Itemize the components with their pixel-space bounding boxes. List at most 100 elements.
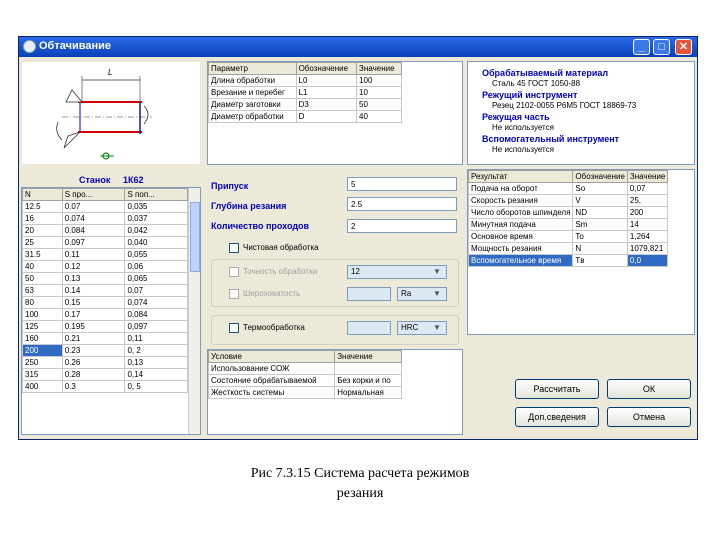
table-cell[interactable]: 80 xyxy=(22,296,63,309)
table-row[interactable]: 12.5 0.07 0,035 xyxy=(22,200,188,213)
table-cell[interactable]: 315 xyxy=(22,368,63,381)
column-header[interactable]: Значение xyxy=(626,170,669,183)
table-cell[interactable]: 200 xyxy=(626,206,669,219)
table-cell[interactable]: 0,0 xyxy=(626,254,669,267)
table-cell[interactable]: 0.14 xyxy=(61,284,126,297)
table-cell[interactable]: 1,264 xyxy=(626,230,669,243)
column-header[interactable]: Результат xyxy=(467,170,574,183)
table-cell[interactable]: 14 xyxy=(626,218,669,231)
table-cell[interactable]: Диаметр обработки xyxy=(208,110,297,123)
table-cell[interactable]: 125 xyxy=(22,320,63,333)
table-row[interactable]: Диаметр обработки D 40 xyxy=(208,110,402,123)
table-cell[interactable]: Врезание и перебег xyxy=(208,86,297,99)
table-cell[interactable]: 0.15 xyxy=(61,296,126,309)
table-cell[interactable]: 0, 5 xyxy=(124,380,188,393)
table-row[interactable]: Мощность резания N 1079,821 xyxy=(467,242,669,255)
table-cell[interactable]: 16 xyxy=(22,212,63,225)
table-row[interactable]: Подача на оборот So 0,07 xyxy=(467,182,669,195)
table-cell[interactable]: 0,13 xyxy=(124,356,188,369)
table-cell[interactable]: 20 xyxy=(22,224,63,237)
table-cell[interactable]: 0,07 xyxy=(626,182,669,195)
column-header[interactable]: Обозначение xyxy=(572,170,628,183)
table-row[interactable]: Длина обработки L0 100 xyxy=(208,74,402,87)
table-cell[interactable]: 0,040 xyxy=(124,236,188,249)
table-cell[interactable]: 0.12 xyxy=(61,260,126,273)
table-row[interactable]: 250 0.26 0,13 xyxy=(22,356,188,369)
table-cell[interactable]: Вспомогательное время xyxy=(467,254,574,267)
heat-dropdown-icon[interactable]: ▼ xyxy=(433,323,441,332)
table-cell[interactable]: 400 xyxy=(22,380,63,393)
table-cell[interactable]: 0.21 xyxy=(61,332,126,345)
table-row[interactable]: Врезание и перебег L1 10 xyxy=(208,86,402,99)
roughness-dropdown-icon[interactable]: ▼ xyxy=(433,289,441,298)
table-cell[interactable]: Основное время xyxy=(467,230,574,243)
table-cell[interactable]: 0,097 xyxy=(124,320,188,333)
accuracy-select[interactable]: 12 xyxy=(347,265,447,279)
table-cell[interactable]: 0,035 xyxy=(124,200,188,213)
column-header[interactable]: Параметр xyxy=(208,62,297,75)
cancel-button[interactable]: Отмена xyxy=(607,407,691,427)
table-cell[interactable]: 0.084 xyxy=(61,224,126,237)
table-cell[interactable]: 250 xyxy=(22,356,63,369)
table-cell[interactable]: 0,06 xyxy=(124,260,188,273)
table-cell[interactable]: 0.13 xyxy=(61,272,126,285)
scroll-thumb[interactable] xyxy=(190,202,200,272)
table-cell[interactable]: To xyxy=(572,230,628,243)
table-cell[interactable]: L1 xyxy=(295,86,358,99)
table-cell[interactable]: 0.097 xyxy=(61,236,126,249)
table-row[interactable]: Жесткость системы Нормальная xyxy=(207,386,402,399)
table-cell[interactable]: L0 xyxy=(295,74,358,87)
table-row[interactable]: 31.5 0.11 0,055 xyxy=(22,248,188,261)
table-cell[interactable]: 0,055 xyxy=(124,248,188,261)
ok-button[interactable]: ОК xyxy=(607,379,691,399)
table-cell[interactable]: D3 xyxy=(295,98,358,111)
table-row[interactable]: Скорость резания V 25, xyxy=(467,194,669,207)
table-cell[interactable]: Минутная подача xyxy=(467,218,574,231)
table-cell[interactable]: 100 xyxy=(22,308,63,321)
column-header[interactable]: Обозначение xyxy=(295,62,358,75)
finish-checkbox[interactable] xyxy=(229,243,239,253)
table-row[interactable]: 200 0.23 0, 2 xyxy=(22,344,188,357)
table-cell[interactable]: Скорость резания xyxy=(467,194,574,207)
table-cell[interactable]: 63 xyxy=(22,284,63,297)
table-cell[interactable]: Длина обработки xyxy=(208,74,297,87)
table-cell[interactable]: Число оборотов шпинделя xyxy=(467,206,574,219)
table-cell[interactable]: 40 xyxy=(22,260,63,273)
table-cell[interactable]: 0.26 xyxy=(61,356,126,369)
table-cell[interactable]: So xyxy=(572,182,628,195)
table-cell[interactable]: 0.28 xyxy=(61,368,126,381)
table-cell[interactable]: D xyxy=(295,110,358,123)
table-cell[interactable]: 0,065 xyxy=(124,272,188,285)
table-cell[interactable]: V xyxy=(572,194,628,207)
table-cell[interactable]: 0,037 xyxy=(124,212,188,225)
close-button[interactable]: ✕ xyxy=(675,39,692,55)
table-cell[interactable]: Нормальная xyxy=(334,386,402,399)
column-header[interactable]: S поп... xyxy=(124,188,188,201)
table-cell[interactable]: Состояние обрабатываемой xyxy=(207,374,336,387)
column-header[interactable]: S про... xyxy=(61,188,126,201)
minimize-button[interactable]: _ xyxy=(633,39,650,55)
column-header[interactable]: Значение xyxy=(356,62,402,75)
tool-value[interactable]: Резец 2102-0055 Р6М5 ГОСТ 18869-73 xyxy=(492,101,636,110)
table-cell[interactable]: Использование СОЖ xyxy=(207,362,336,375)
table-cell[interactable]: 1079,821 xyxy=(626,242,669,255)
table-row[interactable]: Состояние обрабатываемой Без корки и по xyxy=(207,374,402,387)
table-cell[interactable]: 0, 2 xyxy=(124,344,188,357)
table-cell[interactable]: 31.5 xyxy=(22,248,63,261)
table-row[interactable]: 63 0.14 0,07 xyxy=(22,284,188,297)
table-row[interactable]: 50 0.13 0,065 xyxy=(22,272,188,285)
table-row[interactable]: 80 0.15 0,074 xyxy=(22,296,188,309)
column-header[interactable]: Значение xyxy=(334,350,402,363)
table-cell[interactable]: 200 xyxy=(22,344,63,357)
table-cell[interactable]: 12.5 xyxy=(22,200,63,213)
machine-table-scrollbar[interactable] xyxy=(188,188,200,434)
table-cell[interactable]: Без корки и по xyxy=(334,374,402,387)
table-cell[interactable]: 0.3 xyxy=(61,380,126,393)
table-row[interactable]: Вспомогательное время Tв 0,0 xyxy=(467,254,669,267)
calculate-button[interactable]: Рассчитать xyxy=(515,379,599,399)
title-bar[interactable]: Обтачивание _ □ ✕ xyxy=(19,37,697,57)
table-row[interactable]: 25 0.097 0,040 xyxy=(22,236,188,249)
table-cell[interactable]: 0,11 xyxy=(124,332,188,345)
table-cell[interactable]: 50 xyxy=(356,98,402,111)
table-row[interactable]: 315 0.28 0,14 xyxy=(22,368,188,381)
